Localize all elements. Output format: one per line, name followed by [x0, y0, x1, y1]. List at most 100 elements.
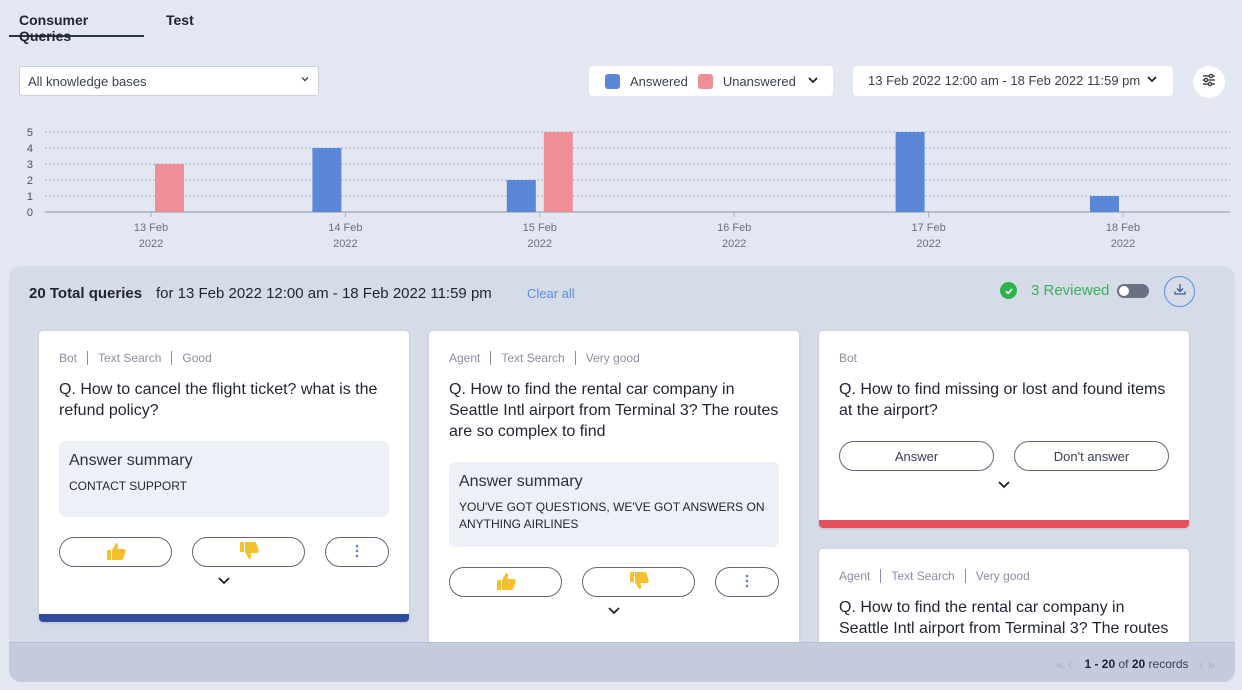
y-tick-label: 5 [27, 127, 33, 139]
x-tick-label: 17 Feb [911, 222, 945, 234]
queries-header: 20 Total queries for 13 Feb 2022 12:00 a… [9, 266, 1235, 320]
reviewed-count: 3 Reviewed [1000, 282, 1109, 299]
pagination: «‹ 1 - 20 of 20 records ›» [1056, 656, 1219, 672]
answer-summary: Answer summary CONTACT SUPPORT [59, 441, 389, 517]
sliders-icon [1201, 72, 1217, 93]
thumbs-down-icon [628, 571, 650, 594]
tag-source: Bot [59, 351, 78, 365]
thumbs-up-button[interactable] [59, 537, 172, 567]
y-tick-label: 2 [27, 175, 33, 187]
x-tick-label: 18 Feb [1106, 222, 1140, 234]
knowledge-base-select-value: All knowledge bases [28, 74, 147, 89]
card-actions [449, 567, 779, 597]
download-icon [1173, 282, 1187, 301]
thumbs-up-icon [495, 571, 517, 594]
chevron-down-icon [997, 477, 1011, 494]
card-actions: Answer Don't answer [839, 441, 1169, 471]
clear-all-link[interactable]: Clear all [527, 286, 575, 301]
thumbs-up-button[interactable] [449, 567, 562, 597]
y-tick-label: 4 [27, 143, 33, 155]
more-options-button[interactable] [325, 537, 389, 567]
answer-summary: Answer summary YOU'VE GOT QUESTIONS, WE'… [449, 462, 779, 547]
answer-summary-text: CONTACT SUPPORT [69, 479, 188, 493]
bar-unanswered [155, 164, 184, 212]
tag-rating: Very good [964, 569, 1040, 583]
thumbs-up-icon [105, 541, 127, 564]
reviewed-label: 3 Reviewed [1031, 282, 1110, 299]
date-range-value: 13 Feb 2022 12:00 am - 18 Feb 2022 11:59… [868, 73, 1141, 88]
expand-card-button[interactable] [839, 477, 1169, 495]
card-tags: Agent Text Search Very good [839, 569, 1169, 583]
x-tick-label: 15 Feb [523, 222, 557, 234]
queries-date-range: for 13 Feb 2022 12:00 am - 18 Feb 2022 1… [156, 285, 492, 302]
tag-method: Text Search [87, 351, 171, 365]
x-tick-year: 2022 [1111, 238, 1135, 250]
pager-range-wrap: 1 - 20 of 20 records [1084, 657, 1188, 671]
check-circle-icon [1000, 282, 1017, 299]
queries-bar-chart: 0 1 2 3 4 5 13 Feb 2022 14 Feb 2022 15 Feb 2022 16 F… [27, 127, 1230, 250]
more-options-button[interactable] [715, 567, 779, 597]
knowledge-base-select[interactable]: All knowledge bases [19, 66, 319, 96]
thumbs-down-icon [238, 541, 260, 564]
card-tags: Agent Text Search Very good [449, 351, 779, 365]
card-status-bar [819, 520, 1189, 528]
expand-card-button[interactable] [59, 573, 389, 591]
chevron-down-icon [300, 74, 310, 87]
tag-rating: Good [171, 351, 221, 365]
tab-test[interactable]: Test [156, 0, 204, 37]
x-tick-year: 2022 [333, 238, 357, 250]
pager-range: 1 - 20 [1084, 657, 1116, 671]
answer-summary-text: YOU'VE GOT QUESTIONS, WE'VE GOT ANSWERS … [459, 500, 765, 531]
date-range-picker[interactable]: 13 Feb 2022 12:00 am - 18 Feb 2022 11:59… [853, 66, 1173, 96]
chevron-down-icon [806, 73, 820, 90]
series-filter-dropdown[interactable]: Answered Unanswered [589, 66, 833, 96]
tab-bar: Consumer Queries Test [9, 0, 204, 44]
expand-card-button[interactable] [449, 603, 779, 621]
bar-answered [1090, 196, 1119, 212]
tab-consumer-queries[interactable]: Consumer Queries [9, 0, 144, 44]
query-card[interactable]: Bot Text Search Good Q. How to cancel th… [39, 331, 409, 622]
chevron-down-icon [607, 603, 621, 620]
bar-answered [312, 148, 342, 212]
legend-unanswered-label: Unanswered [722, 73, 796, 89]
tag-method: Text Search [880, 569, 964, 583]
toggle-knob [1119, 286, 1129, 296]
filter-settings-button[interactable] [1193, 66, 1225, 98]
card-question: Q. How to find missing or lost and found… [839, 381, 1166, 419]
query-card[interactable]: Agent Text Search Very good Q. How to fi… [429, 331, 799, 651]
card-question: Q. How to find the rental car company in… [449, 381, 779, 440]
card-actions [59, 537, 389, 567]
queries-panel: 20 Total queries for 13 Feb 2022 12:00 a… [9, 266, 1235, 682]
y-tick-label: 1 [27, 191, 33, 203]
download-button[interactable] [1164, 276, 1195, 307]
chevron-down-icon [1145, 72, 1159, 89]
pager-total: 20 [1131, 657, 1146, 671]
card-status-bar [39, 614, 409, 622]
query-card[interactable]: Bot Q. How to find missing or lost and f… [819, 331, 1189, 528]
card-question: Q. How to cancel the flight ticket? what… [59, 381, 378, 419]
card-tags: Bot Text Search Good [59, 351, 389, 365]
first-prev-page-icons[interactable]: «‹ [1056, 656, 1076, 672]
total-queries: 20 Total queries [29, 285, 143, 302]
answer-summary-title: Answer summary [69, 452, 193, 469]
pager-records: records [1148, 657, 1189, 671]
more-vertical-icon [745, 574, 749, 591]
answer-summary-title: Answer summary [459, 473, 583, 490]
answer-button[interactable]: Answer [839, 441, 994, 471]
thumbs-down-button[interactable] [192, 537, 305, 567]
tag-method: Text Search [490, 351, 574, 365]
bar-answered [895, 132, 925, 212]
x-tick-label: 14 Feb [328, 222, 362, 234]
pager-of: of [1118, 657, 1129, 671]
tag-rating: Very good [574, 351, 650, 365]
next-last-page-icons[interactable]: ›» [1199, 656, 1219, 672]
dont-answer-button[interactable]: Don't answer [1014, 441, 1169, 471]
reviewed-toggle[interactable] [1117, 284, 1149, 298]
chevron-down-icon [217, 573, 231, 590]
thumbs-down-button[interactable] [582, 567, 695, 597]
more-vertical-icon [355, 544, 359, 561]
y-tick-label: 3 [27, 159, 33, 171]
pagination-footer: «‹ 1 - 20 of 20 records ›» [9, 642, 1235, 682]
tag-source: Agent [449, 351, 481, 365]
tag-source: Bot [839, 351, 858, 365]
